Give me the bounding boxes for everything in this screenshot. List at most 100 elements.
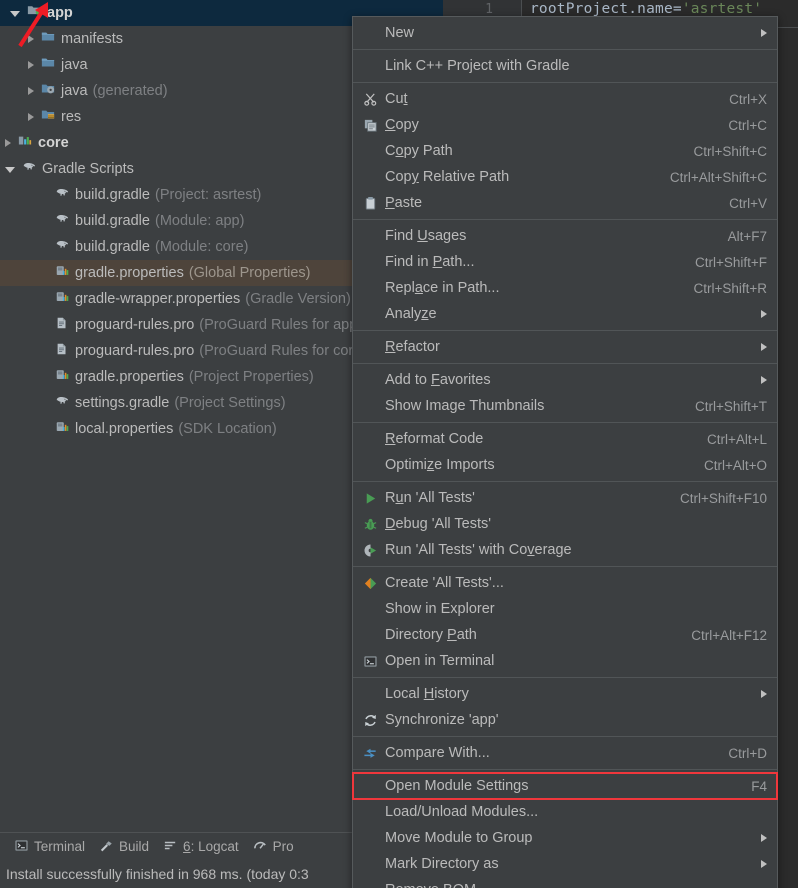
menu-item-create-all-tests[interactable]: Create 'All Tests'... [353,570,777,596]
menu-item-no-icon [362,601,379,617]
menu-item-no-icon [362,830,379,846]
menu-item-run-all-tests[interactable]: Run 'All Tests' Ctrl+Shift+F10 [353,485,777,511]
menu-item-label: Cut [385,91,408,107]
menu-item-label: Paste [385,195,423,211]
menu-item-move-module-to-group[interactable]: Move Module to Group [353,825,777,851]
menu-item-no-icon [362,431,379,447]
sync-icon [362,712,379,728]
tree-expand-collapse-icon[interactable] [10,11,20,17]
menu-item-copy-relative-path[interactable]: Copy Relative Path Ctrl+Alt+Shift+C [353,164,777,190]
chevron-right-icon [761,310,767,318]
menu-item-cut[interactable]: Cut Ctrl+X [353,86,777,112]
menu-item-shortcut: Ctrl+D [728,745,767,761]
tool-window-button-terminal[interactable]: Terminal [14,838,85,856]
tree-expand-expand-icon[interactable] [28,87,34,95]
menu-item-refactor[interactable]: Refactor [353,334,777,360]
menu-item-no-icon [362,339,379,355]
menu-item-label: Refactor [385,339,440,355]
tree-row-label: build.gradle [75,213,150,229]
editor-code-line[interactable]: rootProject.name='asrtest' [530,1,762,17]
menu-item-directory-path[interactable]: Directory Path Ctrl+Alt+F12 [353,622,777,648]
menu-item-run-all-tests-with-coverage[interactable]: Run 'All Tests' with Coverage [353,537,777,563]
menu-item-no-icon [362,804,379,820]
tool-window-button-pro[interactable]: Pro [253,838,294,856]
tree-row-label: app [47,5,73,21]
menu-item-label: Remove BOM [385,882,767,888]
menu-item-no-icon [362,169,379,185]
menu-item-add-to-favorites[interactable]: Add to Favorites [353,367,777,393]
menu-item-label: Compare With... [385,745,490,761]
menu-item-label: Optimize Imports [385,457,495,473]
menu-item-optimize-imports[interactable]: Optimize Imports Ctrl+Alt+O [353,452,777,478]
menu-item-no-icon [362,778,379,794]
tree-row-label: manifests [61,31,124,47]
tree-row-sublabel: (Module: core) [154,239,249,255]
context-menu[interactable]: New Link C++ Project with Gradle Cut Ctrl+X… [352,16,778,888]
debug-icon [362,516,379,532]
menu-item-shortcut: Ctrl+C [728,117,767,133]
menu-item-paste[interactable]: Paste Ctrl+V [353,190,777,216]
folder-icon [40,56,56,74]
menu-separator [353,481,777,482]
chevron-right-icon [761,376,767,384]
tree-expand-expand-icon[interactable] [28,35,34,43]
menu-item-synchronize-app[interactable]: Synchronize 'app' [353,707,777,733]
menu-item-copy-path[interactable]: Copy Path Ctrl+Shift+C [353,138,777,164]
menu-item-open-in-terminal[interactable]: Open in Terminal [353,648,777,674]
menu-item-compare-with[interactable]: Compare With... Ctrl+D [353,740,777,766]
chevron-right-icon [761,834,767,842]
menu-item-label: Move Module to Group [385,830,533,846]
menu-item-show-in-explorer[interactable]: Show in Explorer [353,596,777,622]
menu-item-new[interactable]: New [353,20,777,46]
menu-item-show-image-thumbnails[interactable]: Show Image Thumbnails Ctrl+Shift+T [353,393,777,419]
menu-item-label: Show in Explorer [385,601,495,617]
tree-row-sublabel: (Project: asrtest) [154,187,262,203]
tree-row-sublabel: (Module: app) [154,213,245,229]
menu-item-shortcut: Ctrl+Alt+O [703,457,767,473]
menu-separator [353,566,777,567]
menu-item-label: Replace in Path... [385,280,500,296]
menu-item-label: Copy [385,117,419,133]
menu-item-open-module-settings[interactable]: Open Module Settings F4 [352,772,778,800]
menu-item-find-usages[interactable]: Find Usages Alt+F7 [353,223,777,249]
menu-item-copy[interactable]: Copy Ctrl+C [353,112,777,138]
tree-expand-expand-icon[interactable] [28,113,34,121]
menu-item-local-history[interactable]: Local History [353,681,777,707]
tree-row-sublabel: (ProGuard Rules for app) [199,317,363,333]
create-run-config-icon [362,575,379,591]
status-message: Install successfully finished in 968 ms.… [6,866,309,882]
menu-item-remove-bom[interactable]: Remove BOM [353,877,777,888]
menu-item-mark-directory-as[interactable]: Mark Directory as [353,851,777,877]
scissors-icon [362,91,379,107]
menu-item-label: Debug 'All Tests' [385,516,492,532]
menu-item-load-unload-modules[interactable]: Load/Unload Modules... [353,799,777,825]
tool-window-button-6-logcat[interactable]: 6: Logcat [163,838,239,856]
menu-item-label: Analyze [385,306,437,322]
tree-row-label: build.gradle [75,239,150,255]
menu-item-label: Load/Unload Modules... [385,804,539,820]
menu-item-no-icon [362,372,379,388]
terminal-icon [14,838,29,856]
tree-row-label: build.gradle [75,187,150,203]
menu-item-link-c-project-with-gradle[interactable]: Link C++ Project with Gradle [353,53,777,79]
menu-separator [353,363,777,364]
menu-item-shortcut: Ctrl+Alt+L [706,431,767,447]
copy-icon [362,117,379,133]
code-token-prefix: rootProject.name= [530,1,682,17]
menu-item-debug-all-tests[interactable]: Debug 'All Tests' [353,511,777,537]
menu-item-label: New [385,25,415,41]
tree-row-sublabel: (Global Properties) [188,265,311,281]
gradle-elephant-icon [54,394,70,412]
terminal-icon [362,653,379,669]
tree-expand-expand-icon[interactable] [28,61,34,69]
tool-window-button-build[interactable]: Build [99,838,149,856]
tree-expand-expand-icon[interactable] [5,139,11,147]
menu-item-replace-in-path[interactable]: Replace in Path... Ctrl+Shift+R [353,275,777,301]
menu-item-find-in-path[interactable]: Find in Path... Ctrl+Shift+F [353,249,777,275]
tree-row-label: gradle.properties [75,369,184,385]
menu-item-label: Open Module Settings [385,778,529,794]
menu-item-analyze[interactable]: Analyze [353,301,777,327]
tree-expand-collapse-icon[interactable] [5,167,15,173]
menu-item-reformat-code[interactable]: Reformat Code Ctrl+Alt+L [353,426,777,452]
menu-item-no-icon [362,228,379,244]
